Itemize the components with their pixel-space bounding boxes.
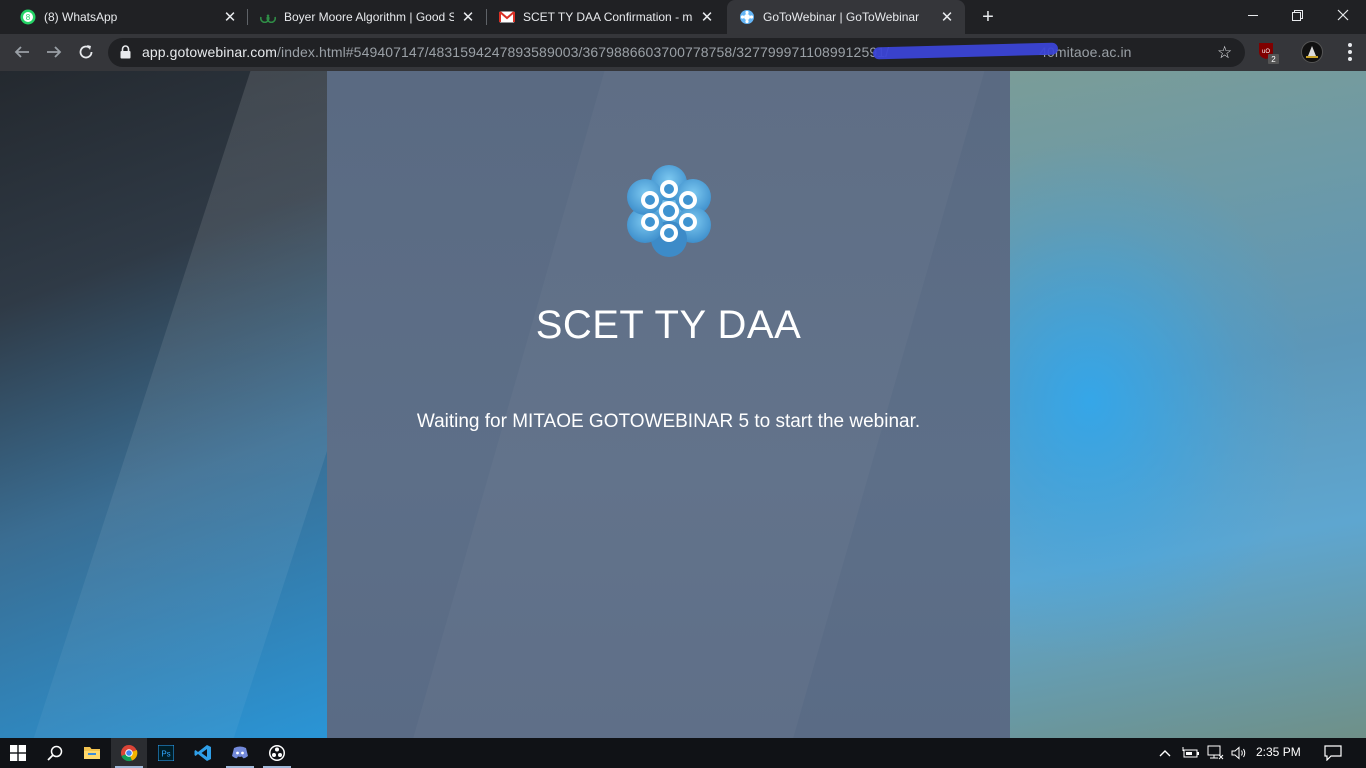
close-tab-icon[interactable]: ✕ <box>222 9 238 26</box>
gotowebinar-logo-icon <box>621 161 717 261</box>
action-center-button[interactable] <box>1324 738 1342 768</box>
whatsapp-icon: 8 <box>20 9 36 25</box>
restore-button[interactable] <box>1274 0 1320 30</box>
svg-text:2: 2 <box>1271 55 1276 64</box>
tab-boyer-moore[interactable]: Boyer Moore Algorithm | Good S ✕ <box>248 0 486 34</box>
profile-avatar[interactable] <box>1301 41 1323 63</box>
chrome-menu-button[interactable] <box>1340 40 1360 64</box>
tab-gmail[interactable]: SCET TY DAA Confirmation - mai ✕ <box>487 0 725 34</box>
show-hidden-icons-button[interactable] <box>1159 738 1171 768</box>
waiting-panel: SCET TY DAA Waiting for MITAOE GOTOWEBIN… <box>327 71 1010 738</box>
photoshop-icon: Ps <box>158 745 174 761</box>
notification-icon <box>1324 745 1342 761</box>
address-bar[interactable]: app.gotowebinar.com/index.html#549407147… <box>108 38 1245 67</box>
tab-title: Boyer Moore Algorithm | Good S <box>284 10 454 24</box>
tab-whatsapp[interactable]: 8 (8) WhatsApp ✕ <box>0 0 248 34</box>
tab-gotowebinar[interactable]: GoToWebinar | GoToWebinar ✕ <box>727 0 965 34</box>
start-button[interactable] <box>0 738 36 768</box>
network-tray-button[interactable] <box>1207 738 1225 768</box>
gotowebinar-icon <box>739 9 755 25</box>
chevron-up-icon <box>1159 750 1171 757</box>
minimize-button[interactable] <box>1230 0 1276 30</box>
gmail-icon <box>499 9 515 25</box>
obs-button[interactable] <box>259 738 295 768</box>
discord-button[interactable] <box>222 738 258 768</box>
tab-title: SCET TY DAA Confirmation - mai <box>523 10 693 24</box>
file-explorer-icon <box>84 747 100 759</box>
volume-tray-button[interactable] <box>1231 738 1247 768</box>
vscode-icon <box>194 745 211 761</box>
arrow-left-icon <box>14 46 29 58</box>
discord-icon <box>232 746 248 759</box>
search-icon <box>47 745 63 761</box>
waiting-message: Waiting for MITAOE GOTOWEBINAR 5 to star… <box>416 411 921 432</box>
background-right <box>1010 71 1366 738</box>
start-icon <box>10 745 26 761</box>
chrome-icon <box>121 745 138 762</box>
forward-button[interactable] <box>40 38 68 66</box>
geeksforgeeks-icon <box>260 9 276 25</box>
back-button[interactable] <box>8 38 36 66</box>
webinar-page: SCET TY DAA Waiting for MITAOE GOTOWEBIN… <box>0 71 1366 738</box>
new-tab-button[interactable]: + <box>976 5 1000 29</box>
battery-icon <box>1182 747 1199 758</box>
close-tab-icon[interactable]: ✕ <box>460 9 476 26</box>
close-window-button[interactable] <box>1320 0 1366 30</box>
search-button[interactable] <box>37 738 73 768</box>
close-tab-icon[interactable]: ✕ <box>699 9 715 26</box>
svg-text:Ps: Ps <box>161 750 170 759</box>
webinar-title: SCET TY DAA <box>535 303 802 347</box>
reload-icon <box>79 45 93 59</box>
browser-toolbar: app.gotowebinar.com/index.html#549407147… <box>0 34 1366 71</box>
vscode-button[interactable] <box>185 738 221 768</box>
reload-button[interactable] <box>72 38 100 66</box>
taskbar-clock[interactable]: 2:35 PM <box>1256 745 1301 759</box>
battery-tray-button[interactable] <box>1182 738 1200 768</box>
photoshop-button[interactable]: Ps <box>148 738 184 768</box>
bookmark-star-icon[interactable]: ☆ <box>1217 43 1232 63</box>
arrow-right-icon <box>47 46 62 58</box>
tab-title: (8) WhatsApp <box>44 10 118 24</box>
tab-title: GoToWebinar | GoToWebinar <box>763 10 920 24</box>
obs-icon <box>269 745 285 761</box>
close-tab-icon[interactable]: ✕ <box>939 9 955 26</box>
windows-taskbar: Ps 2:35 PM <box>0 738 1366 768</box>
ublock-icon[interactable]: uO 2 <box>1259 42 1281 69</box>
chrome-taskbar-button[interactable] <box>111 738 147 768</box>
speaker-icon <box>1231 746 1246 760</box>
svg-text:8: 8 <box>26 13 31 22</box>
lock-icon[interactable] <box>120 45 131 64</box>
browser-tab-strip: 8 (8) WhatsApp ✕ Boyer Moore Algorithm |… <box>0 0 1366 34</box>
network-icon <box>1207 745 1224 760</box>
file-explorer-button[interactable] <box>74 738 110 768</box>
